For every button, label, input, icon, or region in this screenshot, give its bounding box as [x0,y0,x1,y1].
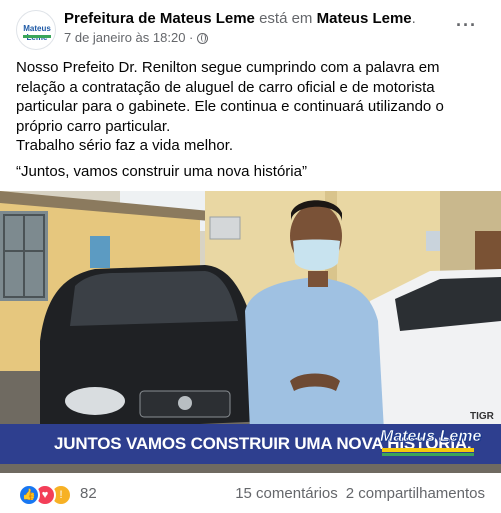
post-footer: ! ♥ 👍 82 15 comentários 2 compartilhament… [0,476,501,513]
post-stats: 15 comentários 2 compartilhamentos [227,485,485,502]
globe-icon[interactable] [197,33,209,44]
banner-logo: Mateus Leme [378,428,484,460]
page-name-link[interactable]: Prefeitura de Mateus Leme [64,10,255,27]
shares-link[interactable]: 2 compartilhamentos [346,485,485,502]
post-body-line: Trabalho sério faz a vida melhor. [16,137,234,154]
post-title: Prefeitura de Mateus Leme está em Mateus… [64,10,416,28]
is-at-text: está em [254,10,317,27]
post-header: Mateus Leme Prefeitura de Mateus Leme es… [0,0,501,52]
photo-banner: JUNTOS VAMOS CONSTRUIR UMA NOVA HISTÓRIA… [0,424,501,464]
like-icon: 👍 [18,484,40,506]
avatar-logo-bar [23,35,51,38]
post-quote: “Juntos, vamos construir uma nova histór… [16,163,307,180]
more-options-icon[interactable]: ··· [456,15,477,36]
comments-link[interactable]: 15 comentários [235,485,338,502]
location-link[interactable]: Mateus Leme [317,10,412,27]
reaction-count[interactable]: 82 [80,485,97,502]
banner-logo-stripe-green [382,453,474,456]
location-suffix: . [411,10,416,27]
banner-logo-text: Mateus Leme [380,428,482,446]
timestamp-link[interactable]: 7 de janeiro às 18:20 · [64,30,193,45]
license-plate-text: TIGR [470,411,495,422]
post-body: Nosso Prefeito Dr. Renilton segue cumpri… [16,58,486,156]
page-avatar[interactable]: Mateus Leme [16,10,56,50]
post-photo[interactable]: TIGR JUNTOS VAMOS CONSTRUIR UMA NOVA HIS… [0,191,501,473]
banner-logo-stripe-yellow [382,448,474,452]
avatar-logo-text: Mateus Leme [23,24,51,42]
post-meta: 7 de janeiro às 18:20 · [64,30,209,46]
post-body-line: Nosso Prefeito Dr. Renilton segue cumpri… [16,59,444,135]
